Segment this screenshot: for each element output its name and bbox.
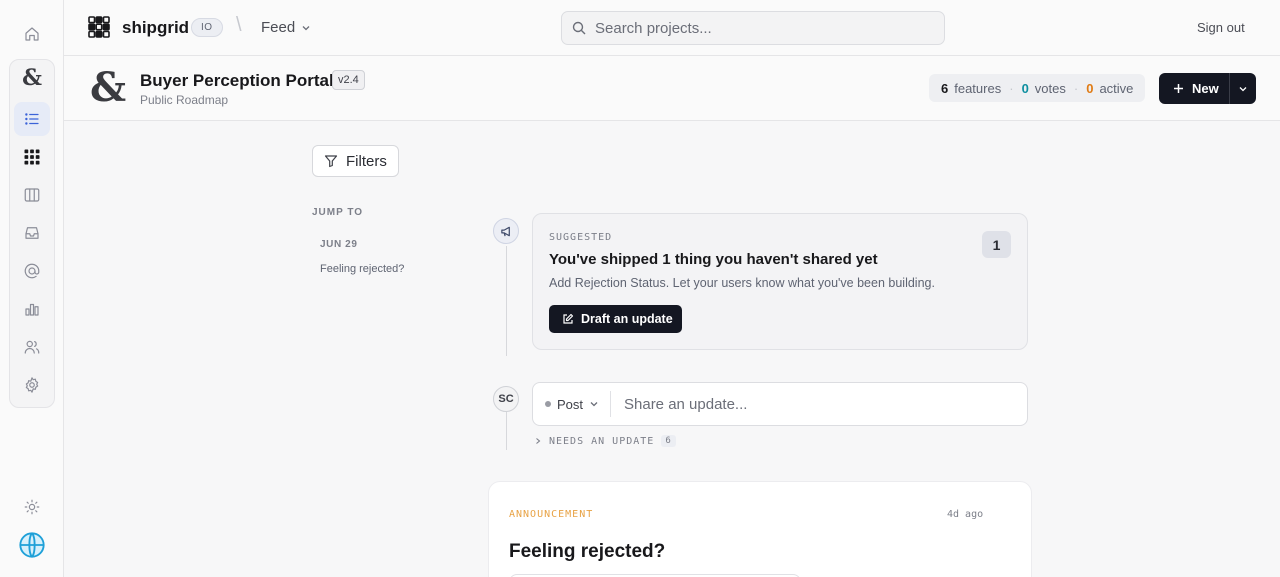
suggested-description: Add Rejection Status. Let your users kno… [549, 276, 935, 290]
needs-update-label: NEEDS AN UPDATE [549, 435, 655, 447]
new-button-label: New [1192, 81, 1219, 96]
project-logo-icon: & [90, 64, 127, 111]
post-type-label: Post [557, 396, 584, 412]
inbox-icon[interactable] [14, 216, 50, 250]
at-icon[interactable] [14, 254, 50, 288]
new-button[interactable]: New [1159, 81, 1229, 96]
needs-update-toggle[interactable]: NEEDS AN UPDATE 6 [534, 435, 676, 447]
user-avatar[interactable]: SC [493, 386, 519, 412]
sun-icon[interactable] [14, 490, 50, 524]
grid-logo-icon[interactable] [14, 140, 50, 174]
project-stats: 6 features · 0 votes · 0 active [929, 74, 1146, 102]
project-title: Buyer Perception Portal [140, 71, 334, 90]
list-icon[interactable] [14, 102, 50, 136]
chevron-down-icon [590, 402, 598, 407]
sign-out-link[interactable]: Sign out [1197, 20, 1245, 35]
suggested-title: You've shipped 1 thing you haven't share… [549, 251, 878, 268]
breadcrumb-separator: \ [236, 14, 242, 36]
jump-date: JUN 29 [320, 239, 358, 250]
new-split-button: New [1159, 73, 1256, 104]
project-header: & Buyer Perception Portal v2.4 Public Ro… [64, 56, 1280, 121]
feed-nav-dropdown[interactable]: Feed [261, 19, 311, 36]
timeline-line [506, 246, 507, 356]
chart-icon[interactable] [14, 292, 50, 326]
post-kind-label: ANNOUNCEMENT [509, 509, 594, 520]
project-subtitle: Public Roadmap [140, 93, 229, 107]
version-badge: v2.4 [332, 70, 365, 90]
votes-count: 0 [1021, 80, 1029, 96]
active-count: 0 [1086, 80, 1094, 96]
suggested-card: SUGGESTED 1 You've shipped 1 thing you h… [532, 213, 1028, 350]
draft-update-button[interactable]: Draft an update [549, 305, 682, 333]
brand-badge: IO [191, 18, 223, 37]
announcement-card[interactable]: ANNOUNCEMENT 4d ago Feeling rejected? [488, 481, 1032, 577]
votes-label: votes [1034, 80, 1066, 96]
shipgrid-logo-icon[interactable] [88, 16, 110, 38]
features-count: 6 [941, 80, 949, 96]
chevron-right-icon [536, 438, 541, 444]
search-box[interactable] [561, 11, 945, 45]
needs-update-count: 6 [661, 435, 676, 447]
stat-separator: · [1009, 80, 1014, 96]
project-logo-icon[interactable]: & [14, 61, 50, 95]
share-update-input[interactable] [624, 395, 1004, 413]
suggested-label: SUGGESTED [549, 232, 613, 243]
chevron-down-icon [1239, 86, 1247, 91]
left-rail: & [0, 0, 64, 577]
post-type-dot [545, 401, 551, 407]
home-icon[interactable] [14, 17, 50, 51]
chevron-down-icon [302, 25, 310, 30]
active-label: active [1099, 80, 1134, 96]
megaphone-icon [493, 218, 519, 244]
globe-avatar-icon[interactable] [14, 528, 50, 562]
draft-update-label: Draft an update [581, 312, 673, 326]
post-type-select[interactable]: Post [533, 391, 611, 417]
jump-link[interactable]: Feeling rejected? [320, 263, 404, 275]
feed-nav-label: Feed [261, 19, 296, 36]
features-label: features [954, 80, 1002, 96]
brand-name[interactable]: shipgrid [122, 18, 189, 38]
new-dropdown-toggle[interactable] [1229, 73, 1256, 104]
plus-icon [1174, 84, 1183, 93]
edit-icon [563, 313, 574, 324]
timeline-line [506, 412, 507, 450]
gear-icon[interactable] [14, 368, 50, 402]
suggested-count-badge: 1 [982, 231, 1011, 258]
filters-button[interactable]: Filters [312, 145, 399, 177]
stat-separator: · [1073, 80, 1079, 96]
board-icon[interactable] [14, 178, 50, 212]
update-composer: Post [532, 382, 1028, 426]
post-timestamp: 4d ago [947, 509, 984, 520]
search-input[interactable] [595, 19, 915, 37]
search-icon [572, 21, 586, 35]
users-icon[interactable] [14, 330, 50, 364]
top-bar: shipgrid IO \ Feed Sign out [64, 0, 1280, 56]
post-title: Feeling rejected? [509, 541, 666, 562]
jump-to-heading: JUMP TO [312, 207, 364, 218]
filters-label: Filters [346, 152, 387, 170]
filter-icon [324, 155, 338, 168]
